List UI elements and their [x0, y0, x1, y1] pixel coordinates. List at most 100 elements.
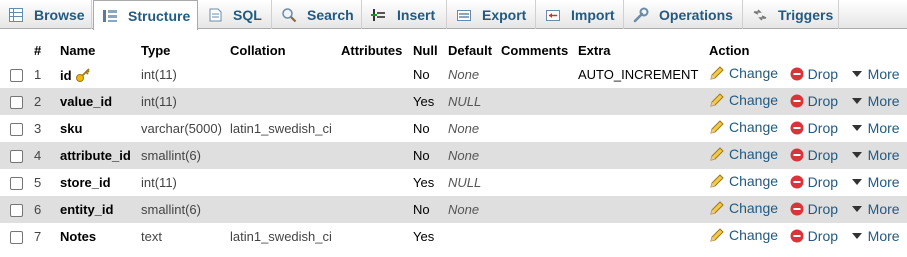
- row-checkbox[interactable]: [10, 177, 23, 191]
- tab-triggers[interactable]: Triggers: [744, 0, 839, 29]
- header-num: #: [34, 43, 42, 58]
- table-row: 3 sku varchar(5000) latin1_swedish_ci No…: [0, 115, 907, 142]
- row-type: smallint(6): [137, 142, 226, 169]
- row-attributes: [337, 142, 409, 169]
- row-default: None: [444, 61, 497, 88]
- row-select-cell: [0, 196, 30, 223]
- chevron-down-icon: [851, 125, 862, 131]
- table-row: 2 value_id int(11) Yes NULL Change Drop …: [0, 88, 907, 115]
- row-type: varchar(5000): [137, 115, 226, 142]
- primary-key-icon: [75, 67, 90, 82]
- header-action: Action: [709, 43, 750, 58]
- drop-link[interactable]: Drop: [790, 66, 838, 82]
- row-name-cell: value_id: [56, 88, 137, 115]
- row-select-cell: [0, 223, 30, 250]
- tab-export[interactable]: Export: [448, 0, 536, 29]
- change-link[interactable]: Change: [709, 65, 778, 81]
- row-comments: [497, 88, 574, 115]
- more-dropdown[interactable]: More: [850, 120, 900, 136]
- tab-structure[interactable]: Structure: [93, 0, 198, 30]
- change-link[interactable]: Change: [709, 200, 778, 216]
- change-link[interactable]: Change: [709, 146, 778, 162]
- chevron-down-icon: [851, 206, 862, 212]
- tab-operations[interactable]: Operations: [625, 0, 743, 29]
- drop-link[interactable]: Drop: [790, 120, 838, 136]
- more-dropdown[interactable]: More: [850, 66, 900, 82]
- drop-icon: [790, 175, 804, 189]
- row-comments: [497, 61, 574, 88]
- header-extra[interactable]: Extra: [574, 40, 705, 61]
- tab-export-label: Export: [482, 6, 527, 23]
- row-extra: [574, 142, 705, 169]
- row-num: 2: [30, 88, 56, 115]
- row-name: entity_id: [60, 202, 114, 217]
- change-label: Change: [729, 146, 779, 162]
- row-collation: [226, 142, 337, 169]
- tab-insert[interactable]: Insert: [363, 0, 447, 29]
- tab-import[interactable]: Import: [537, 0, 624, 29]
- row-default: None: [444, 142, 497, 169]
- tab-sql-label: SQL: [233, 6, 262, 23]
- more-dropdown[interactable]: More: [850, 174, 900, 190]
- row-name-cell: attribute_id: [56, 142, 137, 169]
- drop-link[interactable]: Drop: [790, 201, 838, 217]
- row-null: No: [409, 196, 444, 223]
- change-label: Change: [729, 119, 779, 135]
- row-collation: [226, 88, 337, 115]
- header-collation[interactable]: Collation: [226, 40, 337, 61]
- row-name: store_id: [60, 175, 111, 190]
- row-checkbox[interactable]: [10, 96, 23, 110]
- drop-link[interactable]: Drop: [790, 93, 838, 109]
- structure-table: # Name Type Collation Attributes Null De…: [0, 40, 907, 250]
- header-select: [0, 40, 30, 61]
- header-comments[interactable]: Comments: [497, 40, 574, 61]
- row-actions: Change Drop More: [705, 169, 907, 196]
- export-icon: [456, 7, 474, 23]
- drop-link[interactable]: Drop: [790, 174, 838, 190]
- row-default: NULL: [444, 169, 497, 196]
- triggers-icon: [752, 7, 770, 23]
- drop-link[interactable]: Drop: [790, 228, 838, 244]
- change-link[interactable]: Change: [709, 173, 778, 189]
- more-dropdown[interactable]: More: [850, 201, 900, 217]
- drop-icon: [790, 229, 804, 243]
- change-link[interactable]: Change: [709, 92, 778, 108]
- row-name-cell: sku: [56, 115, 137, 142]
- table-row: 7 Notes text latin1_swedish_ci Yes Chang…: [0, 223, 907, 250]
- row-checkbox[interactable]: [10, 231, 23, 245]
- tab-browse[interactable]: Browse: [0, 0, 92, 29]
- more-dropdown[interactable]: More: [850, 147, 900, 163]
- header-default[interactable]: Default: [444, 40, 497, 61]
- header-null[interactable]: Null: [409, 40, 444, 61]
- more-dropdown[interactable]: More: [850, 93, 900, 109]
- row-checkbox[interactable]: [10, 204, 23, 218]
- row-num: 5: [30, 169, 56, 196]
- drop-link[interactable]: Drop: [790, 147, 838, 163]
- row-name: id: [60, 67, 72, 83]
- more-dropdown[interactable]: More: [850, 228, 900, 244]
- row-checkbox[interactable]: [10, 150, 23, 164]
- row-name-cell: entity_id: [56, 196, 137, 223]
- change-link[interactable]: Change: [709, 227, 778, 243]
- header-name[interactable]: Name: [56, 40, 137, 61]
- more-label: More: [867, 174, 900, 190]
- header-type[interactable]: Type: [137, 40, 226, 61]
- tab-operations-label: Operations: [659, 6, 733, 23]
- more-label: More: [867, 201, 900, 217]
- row-checkbox[interactable]: [10, 123, 23, 137]
- header-attributes[interactable]: Attributes: [337, 40, 409, 61]
- tab-sql[interactable]: SQL: [199, 0, 272, 29]
- row-checkbox[interactable]: [10, 69, 23, 83]
- change-link[interactable]: Change: [709, 119, 778, 135]
- chevron-down-icon: [851, 233, 862, 239]
- row-default: None: [444, 196, 497, 223]
- row-select-cell: [0, 169, 30, 196]
- drop-label: Drop: [807, 147, 839, 163]
- row-num: 3: [30, 115, 56, 142]
- row-collation: latin1_swedish_ci: [226, 223, 337, 250]
- tab-search[interactable]: Search: [273, 0, 362, 29]
- row-name-cell: store_id: [56, 169, 137, 196]
- row-type: int(11): [137, 61, 226, 88]
- pencil-icon: [710, 120, 724, 134]
- row-attributes: [337, 169, 409, 196]
